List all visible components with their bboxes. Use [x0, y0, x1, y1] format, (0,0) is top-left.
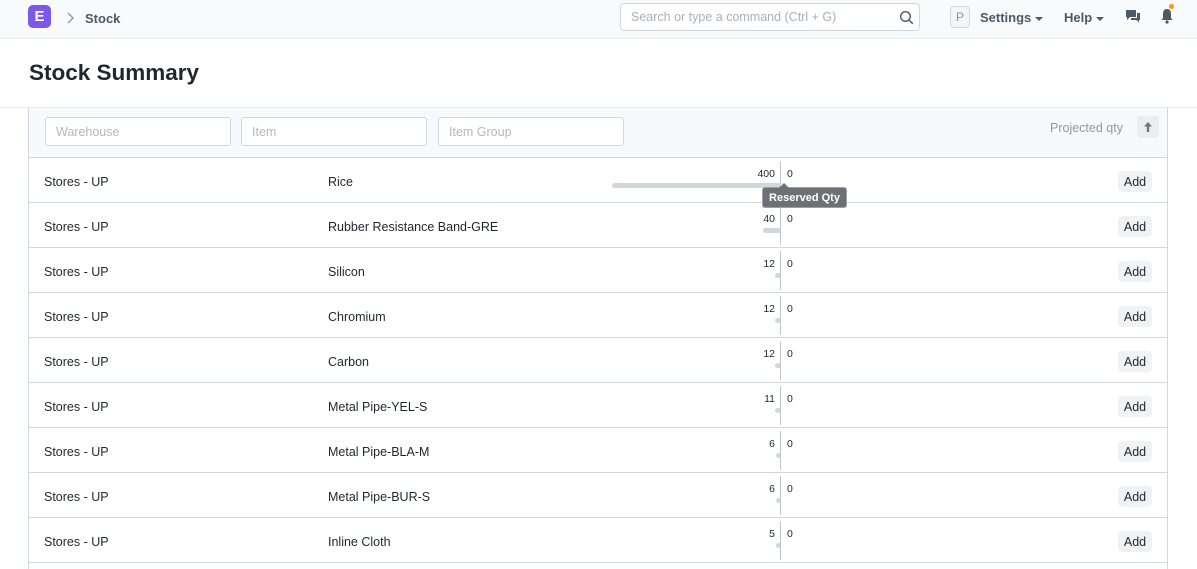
warehouse-link[interactable]: Stores - UP — [44, 265, 109, 279]
add-stock-button[interactable]: Add — [1118, 171, 1152, 192]
reserved-qty-tooltip: Reserved Qty — [762, 183, 847, 208]
search-input[interactable] — [621, 4, 891, 30]
actual-qty-bar[interactable] — [776, 543, 780, 548]
reserved-qty-value: 0 — [787, 348, 793, 360]
add-stock-button[interactable]: Add — [1118, 351, 1152, 372]
qty-divider — [780, 251, 781, 290]
warehouse-link[interactable]: Stores - UP — [44, 535, 109, 549]
reserved-qty-value: 0 — [787, 393, 793, 405]
actual-qty-value: 6 — [769, 483, 775, 495]
warehouse-filter[interactable] — [45, 117, 231, 146]
table-row: Stores - UP Inline Cloth 5 0 Add — [29, 518, 1167, 563]
table-row: Stores - UP Metal Pipe-BUR-S 6 0 Add — [29, 473, 1167, 518]
qty-divider — [780, 521, 781, 560]
reserved-qty-value: 0 — [787, 438, 793, 450]
actual-qty-value: 400 — [757, 168, 775, 180]
app-logo[interactable]: E — [28, 5, 51, 28]
qty-divider — [780, 341, 781, 380]
item-link[interactable]: Inline Cloth — [328, 535, 391, 549]
caret-down-icon — [1096, 16, 1105, 21]
item-link[interactable]: Rice — [328, 175, 353, 189]
bell-icon[interactable] — [1160, 8, 1174, 24]
settings-label: Settings — [980, 10, 1032, 25]
add-stock-button[interactable]: Add — [1118, 216, 1152, 237]
actual-qty-value: 12 — [763, 303, 775, 315]
chat-icon[interactable] — [1125, 9, 1141, 24]
chevron-right-icon — [67, 12, 74, 24]
reserved-qty-value: 0 — [787, 483, 793, 495]
actual-qty-value: 5 — [769, 528, 775, 540]
actual-qty-value: 11 — [764, 393, 775, 405]
actual-qty-value: 12 — [763, 258, 775, 270]
item-link[interactable]: Metal Pipe-BUR-S — [328, 490, 430, 504]
reserved-qty-value: 0 — [787, 168, 793, 180]
qty-divider — [780, 431, 781, 470]
settings-dropdown[interactable]: Settings — [980, 10, 1044, 25]
warehouse-link[interactable]: Stores - UP — [44, 445, 109, 459]
item-link[interactable]: Metal Pipe-YEL-S — [328, 400, 427, 414]
qty-divider — [780, 386, 781, 425]
page-title: Stock Summary — [29, 60, 200, 85]
actual-qty-value: 12 — [763, 348, 775, 360]
caret-down-icon — [1035, 16, 1044, 21]
add-stock-button[interactable]: Add — [1118, 486, 1152, 507]
actual-qty-bar[interactable] — [763, 228, 780, 233]
actual-qty-bar[interactable] — [612, 183, 780, 188]
help-dropdown[interactable]: Help — [1064, 10, 1105, 25]
item-link[interactable]: Metal Pipe-BLA-M — [328, 445, 429, 459]
item-link[interactable]: Rubber Resistance Band-GRE — [328, 220, 498, 234]
arrow-up-icon — [1144, 122, 1152, 132]
reserved-qty-value: 0 — [787, 528, 793, 540]
actual-qty-bar[interactable] — [775, 363, 780, 368]
warehouse-link[interactable]: Stores - UP — [44, 400, 109, 414]
qty-divider — [780, 476, 781, 515]
table-row: Stores - UP Rubber Resistance Band-GRE 40 0… — [29, 203, 1167, 248]
actual-qty-value: 40 — [763, 213, 775, 225]
table-row: Stores - UP Carbon 12 0 Add — [29, 338, 1167, 383]
item-link[interactable]: Carbon — [328, 355, 369, 369]
table-row: Stores - UP Metal Pipe-YEL-S 11 0 Add — [29, 383, 1167, 428]
reserved-qty-value: 0 — [787, 303, 793, 315]
navbar: E Stock P Settings Help — [0, 0, 1197, 39]
search-icon[interactable] — [899, 10, 914, 25]
table-row: Stores - UP Rice 400 0 Add — [29, 158, 1167, 203]
actual-qty-value: 6 — [769, 438, 775, 450]
help-label: Help — [1064, 10, 1093, 25]
reserved-qty-value: 0 — [787, 258, 793, 270]
actual-qty-bar[interactable] — [776, 453, 780, 458]
qty-divider — [780, 206, 781, 245]
warehouse-link[interactable]: Stores - UP — [44, 355, 109, 369]
actual-qty-bar[interactable] — [775, 318, 780, 323]
notification-badge — [1168, 3, 1175, 10]
awesomebar — [620, 3, 920, 31]
add-stock-button[interactable]: Add — [1118, 396, 1152, 417]
add-stock-button[interactable]: Add — [1118, 531, 1152, 552]
table-row: Stores - UP Chromium 12 0 Add — [29, 293, 1167, 338]
reserved-qty-value: 0 — [787, 213, 793, 225]
add-stock-button[interactable]: Add — [1118, 306, 1152, 327]
add-stock-button[interactable]: Add — [1118, 261, 1152, 282]
actual-qty-bar[interactable] — [775, 273, 780, 278]
sort-label[interactable]: Projected qty — [1050, 121, 1123, 135]
breadcrumb-stock[interactable]: Stock — [85, 11, 120, 26]
item-group-filter[interactable] — [438, 117, 624, 146]
item-filter[interactable] — [241, 117, 427, 146]
item-link[interactable]: Silicon — [328, 265, 365, 279]
warehouse-link[interactable]: Stores - UP — [44, 310, 109, 324]
avatar[interactable]: P — [950, 6, 970, 28]
item-link[interactable]: Chromium — [328, 310, 386, 324]
qty-divider — [780, 296, 781, 335]
filter-bar: Projected qty — [29, 108, 1167, 158]
actual-qty-bar[interactable] — [776, 498, 780, 503]
stock-summary-card: Projected qty Stores - UPRice4000AddStor… — [28, 108, 1168, 569]
actual-qty-bar[interactable] — [775, 408, 780, 413]
warehouse-link[interactable]: Stores - UP — [44, 220, 109, 234]
add-stock-button[interactable]: Add — [1118, 441, 1152, 462]
sort-order-button[interactable] — [1137, 116, 1159, 138]
warehouse-link[interactable]: Stores - UP — [44, 490, 109, 504]
table-row: Stores - UP Metal Pipe-BLA-M 6 0 Add — [29, 428, 1167, 473]
warehouse-link[interactable]: Stores - UP — [44, 175, 109, 189]
table-row: Stores - UP Silicon 12 0 Add — [29, 248, 1167, 293]
